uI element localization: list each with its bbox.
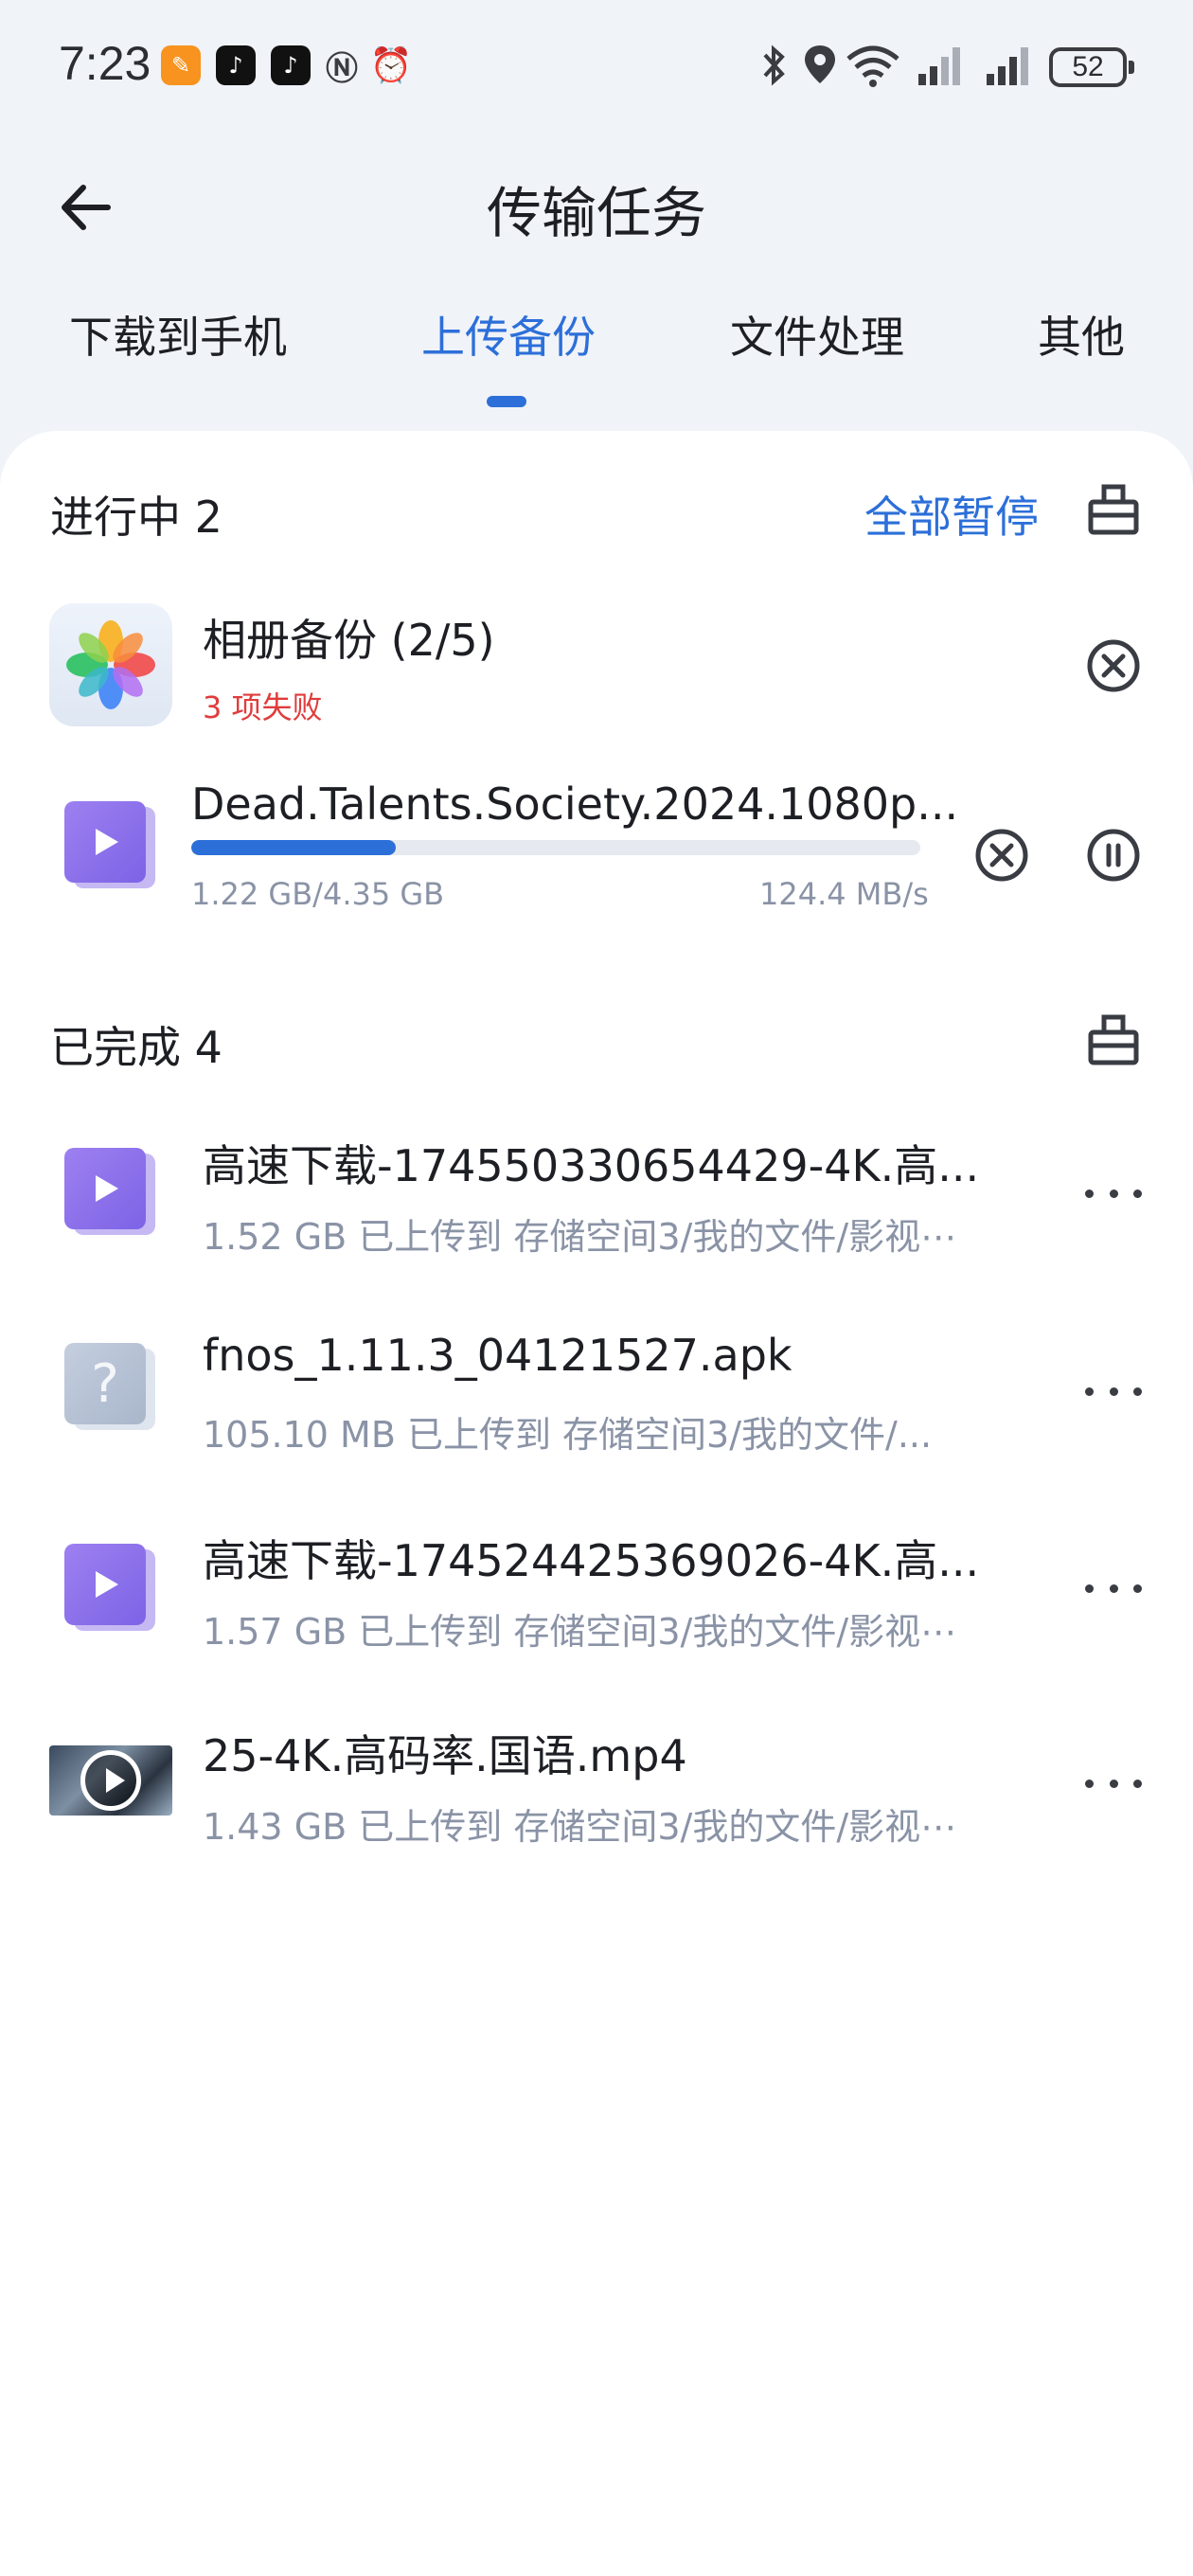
in-progress-title: 进行中 2	[50, 492, 223, 543]
completed-file-name[interactable]: 高速下载-174550330654429-4K.高...	[203, 1132, 979, 1194]
content-panel	[0, 431, 1193, 2576]
clear-icon[interactable]	[1085, 481, 1142, 538]
more-options-button[interactable]	[1085, 1377, 1142, 1405]
album-backup-title: 相册备份 (2/5)	[203, 615, 495, 666]
tiktok-icon-2: ♪	[271, 45, 311, 85]
status-time: 7:23	[59, 37, 151, 90]
video-file-icon	[64, 801, 155, 892]
completed-file-detail: 1.43 GB 已上传到 存储空间3/我的文件/影视⋯	[203, 1806, 957, 1848]
battery-indicator: 52	[1049, 47, 1134, 87]
pause-upload-icon[interactable]	[1085, 827, 1142, 884]
more-options-button[interactable]	[1085, 1179, 1142, 1208]
video-file-icon	[64, 1148, 155, 1239]
completed-file-detail: 105.10 MB 已上传到 存储空间3/我的文件/...	[203, 1414, 933, 1456]
wifi-icon	[846, 45, 899, 87]
cancel-upload-icon[interactable]	[973, 827, 1030, 884]
completed-title: 已完成 4	[50, 1022, 223, 1073]
alarm-icon: ⏰	[369, 46, 413, 85]
upload-size: 1.22 GB/4.35 GB	[191, 876, 445, 912]
video-file-icon	[64, 1544, 155, 1635]
completed-file-name[interactable]: 高速下载-174524425369026-4K.高...	[203, 1527, 979, 1589]
upload-progress-fill	[191, 840, 396, 855]
cancel-album-backup-icon[interactable]	[1085, 637, 1142, 694]
signal-icon	[918, 47, 960, 85]
upload-file-name: Dead.Talents.Society.2024.1080p...	[191, 778, 959, 830]
active-tab-indicator	[487, 396, 526, 407]
completed-file-name[interactable]: fnos_1.11.3_04121527.apk	[203, 1330, 792, 1381]
app-notification-icon: ✎	[161, 45, 201, 85]
header: 传输任务	[0, 142, 1193, 265]
location-icon	[805, 45, 835, 83]
video-thumbnail	[49, 1745, 172, 1816]
more-options-button[interactable]	[1085, 1574, 1142, 1602]
completed-file-detail: 1.52 GB 已上传到 存储空间3/我的文件/影视⋯	[203, 1216, 957, 1258]
bluetooth-icon	[763, 45, 785, 86]
nfc-icon: Ⓝ	[326, 49, 358, 88]
tab-upload-backup[interactable]: 上传备份	[421, 303, 596, 366]
upload-speed: 124.4 MB/s	[759, 876, 929, 912]
tab-bar: 下载到手机 上传备份 文件处理 其他	[0, 303, 1193, 417]
page-title: 传输任务	[486, 181, 706, 245]
more-options-button[interactable]	[1085, 1769, 1142, 1798]
play-icon	[80, 1750, 141, 1811]
unknown-file-icon: ?	[64, 1343, 155, 1434]
upload-progress-bar	[191, 840, 920, 855]
signal-icon-2	[987, 47, 1028, 85]
completed-file-name[interactable]: 25-4K.高码率.国语.mp4	[203, 1722, 687, 1784]
completed-file-detail: 1.57 GB 已上传到 存储空间3/我的文件/影视⋯	[203, 1611, 957, 1653]
status-bar: 7:23 ✎ ♪ ♪ Ⓝ ⏰ 52	[0, 0, 1193, 137]
pause-all-button[interactable]: 全部暂停	[864, 483, 1039, 546]
clear-completed-icon[interactable]	[1085, 1011, 1142, 1068]
tab-file-processing[interactable]: 文件处理	[730, 303, 904, 366]
photos-app-icon	[49, 603, 172, 726]
tab-other[interactable]: 其他	[1038, 303, 1125, 366]
tiktok-icon: ♪	[216, 45, 256, 85]
failed-count[interactable]: 3 项失败	[203, 684, 323, 727]
tab-download-to-phone[interactable]: 下载到手机	[69, 303, 287, 366]
